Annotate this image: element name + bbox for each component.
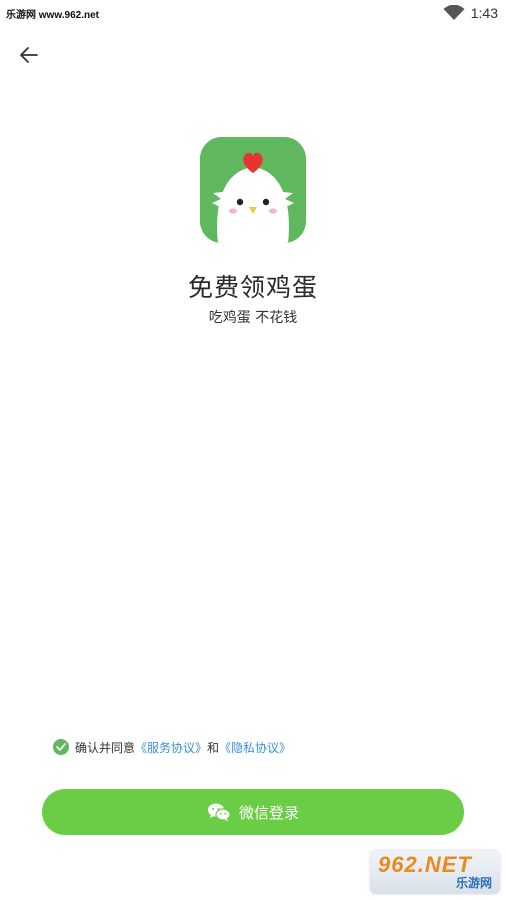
back-button[interactable] [14, 40, 44, 70]
watermark-name: 乐游网 [455, 876, 492, 890]
app-subtitle: 吃鸡蛋 不花钱 [208, 310, 298, 326]
wechat-icon [207, 803, 231, 822]
status-right-group: 1:43 [443, 4, 498, 22]
privacy-agreement-link[interactable]: 《隐私协议》 [219, 739, 291, 756]
agreement-checkbox[interactable] [53, 739, 69, 755]
checkmark-icon [56, 743, 66, 751]
status-bar: 乐游网 www.962.net 1:43 [0, 0, 506, 26]
agreement-conjunction: 和 [207, 740, 220, 755]
status-time: 1:43 [470, 5, 498, 21]
agreement-row: 确认并同意 《服务协议》 和 《隐私协议》 [53, 737, 291, 757]
wechat-login-label: 微信登录 [238, 803, 299, 822]
wechat-login-button[interactable]: 微信登录 [42, 789, 464, 835]
corner-watermark-logo: 962.NET 乐游网 [370, 850, 500, 894]
service-agreement-link[interactable]: 《服务协议》 [135, 739, 207, 756]
chicken-icon [200, 137, 306, 243]
app-title: 免费领鸡蛋 [187, 273, 318, 302]
agreement-prefix: 确认并同意 [75, 740, 136, 755]
wifi-icon [443, 5, 465, 20]
status-watermark-text: 乐游网 www.962.net [6, 10, 99, 21]
arrow-left-icon [20, 47, 38, 63]
chicken-app-icon [200, 137, 306, 243]
